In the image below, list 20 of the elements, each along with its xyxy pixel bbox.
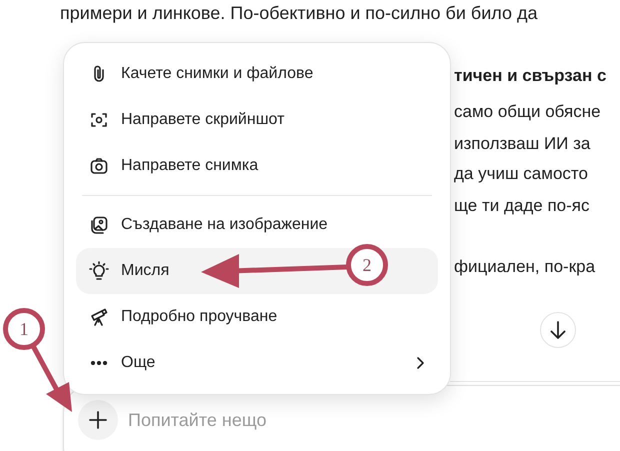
telescope-icon [89,307,109,327]
camera-icon [89,156,109,176]
paragraph-line: фициален, по-кра [454,256,596,278]
paragraph-line: да учиш самосто [454,163,588,185]
plus-icon [89,411,107,429]
ellipsis-icon [89,361,109,365]
add-button[interactable] [78,400,118,440]
paragraph-line: тичен и свързан с [454,65,606,87]
paragraph-line: използваш ИИ за [454,133,590,155]
image-icon [89,215,109,235]
scroll-down-button[interactable] [540,312,576,348]
paragraph-line: само общи обясне [454,101,601,123]
arrow-down-icon [550,321,566,339]
paragraph-line: ще ти даде по-яс [454,195,590,217]
chevron-right-icon [415,356,425,370]
screenshot-icon [89,110,109,130]
lightbulb-icon [89,261,109,281]
annotation-marker: 1 [3,308,45,350]
composer-placeholder: Попитайте нещо [128,409,266,432]
paragraph-line: примери и линкове. По-обективно и по-силно би било да [60,2,539,25]
